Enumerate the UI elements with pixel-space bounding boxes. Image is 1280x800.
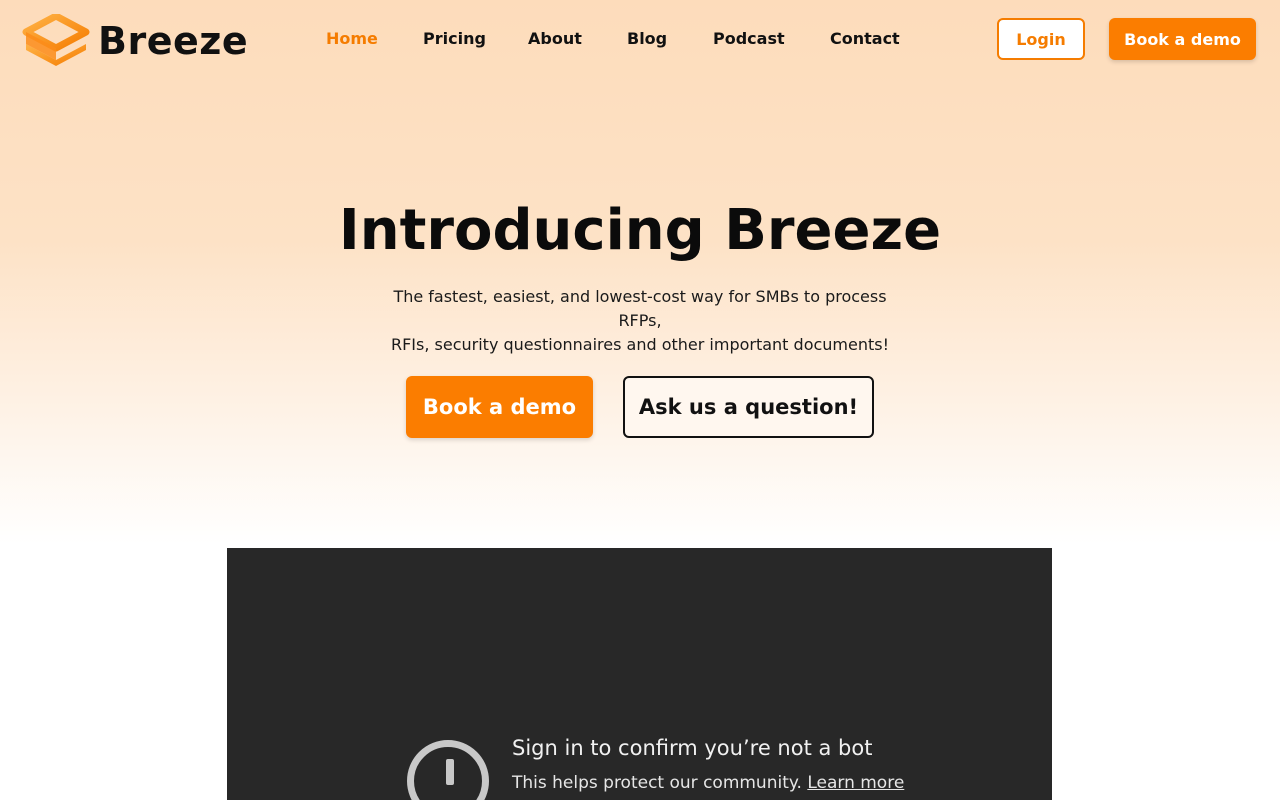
page: Breeze Home Pricing About Blog Podcast C… — [0, 0, 1280, 800]
brand-logo[interactable]: Breeze — [22, 14, 248, 68]
nav-item-home[interactable]: Home — [326, 28, 378, 50]
brand-name: Breeze — [98, 19, 249, 63]
login-button[interactable]: Login — [997, 18, 1085, 60]
alert-mark — [446, 759, 454, 785]
video-error-text: This helps protect our community. — [512, 773, 802, 793]
video-error-title: Sign in to confirm you’re not a bot — [512, 736, 873, 760]
hero-title: Introducing Breeze — [338, 198, 942, 263]
nav-item-podcast[interactable]: Podcast — [713, 28, 785, 50]
book-demo-header-button[interactable]: Book a demo — [1109, 18, 1256, 60]
nav-item-blog[interactable]: Blog — [627, 28, 667, 50]
stacked-layers-logo-icon — [22, 14, 90, 66]
book-demo-hero-button[interactable]: Book a demo — [406, 376, 593, 438]
nav-item-contact[interactable]: Contact — [830, 28, 900, 50]
hero-subtitle: The fastest, easiest, and lowest-cost wa… — [370, 285, 910, 357]
nav-item-pricing[interactable]: Pricing — [423, 28, 486, 50]
learn-more-link[interactable]: Learn more — [807, 773, 904, 793]
ask-question-button[interactable]: Ask us a question! — [623, 376, 874, 438]
hero-subtitle-line2: RFIs, security questionnaires and other … — [390, 335, 890, 354]
video-error-message: This helps protect our community. Learn … — [512, 773, 904, 793]
hero-subtitle-line1: The fastest, easiest, and lowest-cost wa… — [393, 287, 887, 330]
site-header: Breeze Home Pricing About Blog Podcast C… — [0, 0, 1280, 80]
alert-circle-icon — [407, 740, 489, 800]
video-embed[interactable]: Sign in to confirm you’re not a bot This… — [227, 548, 1052, 800]
nav-item-about[interactable]: About — [528, 28, 582, 50]
